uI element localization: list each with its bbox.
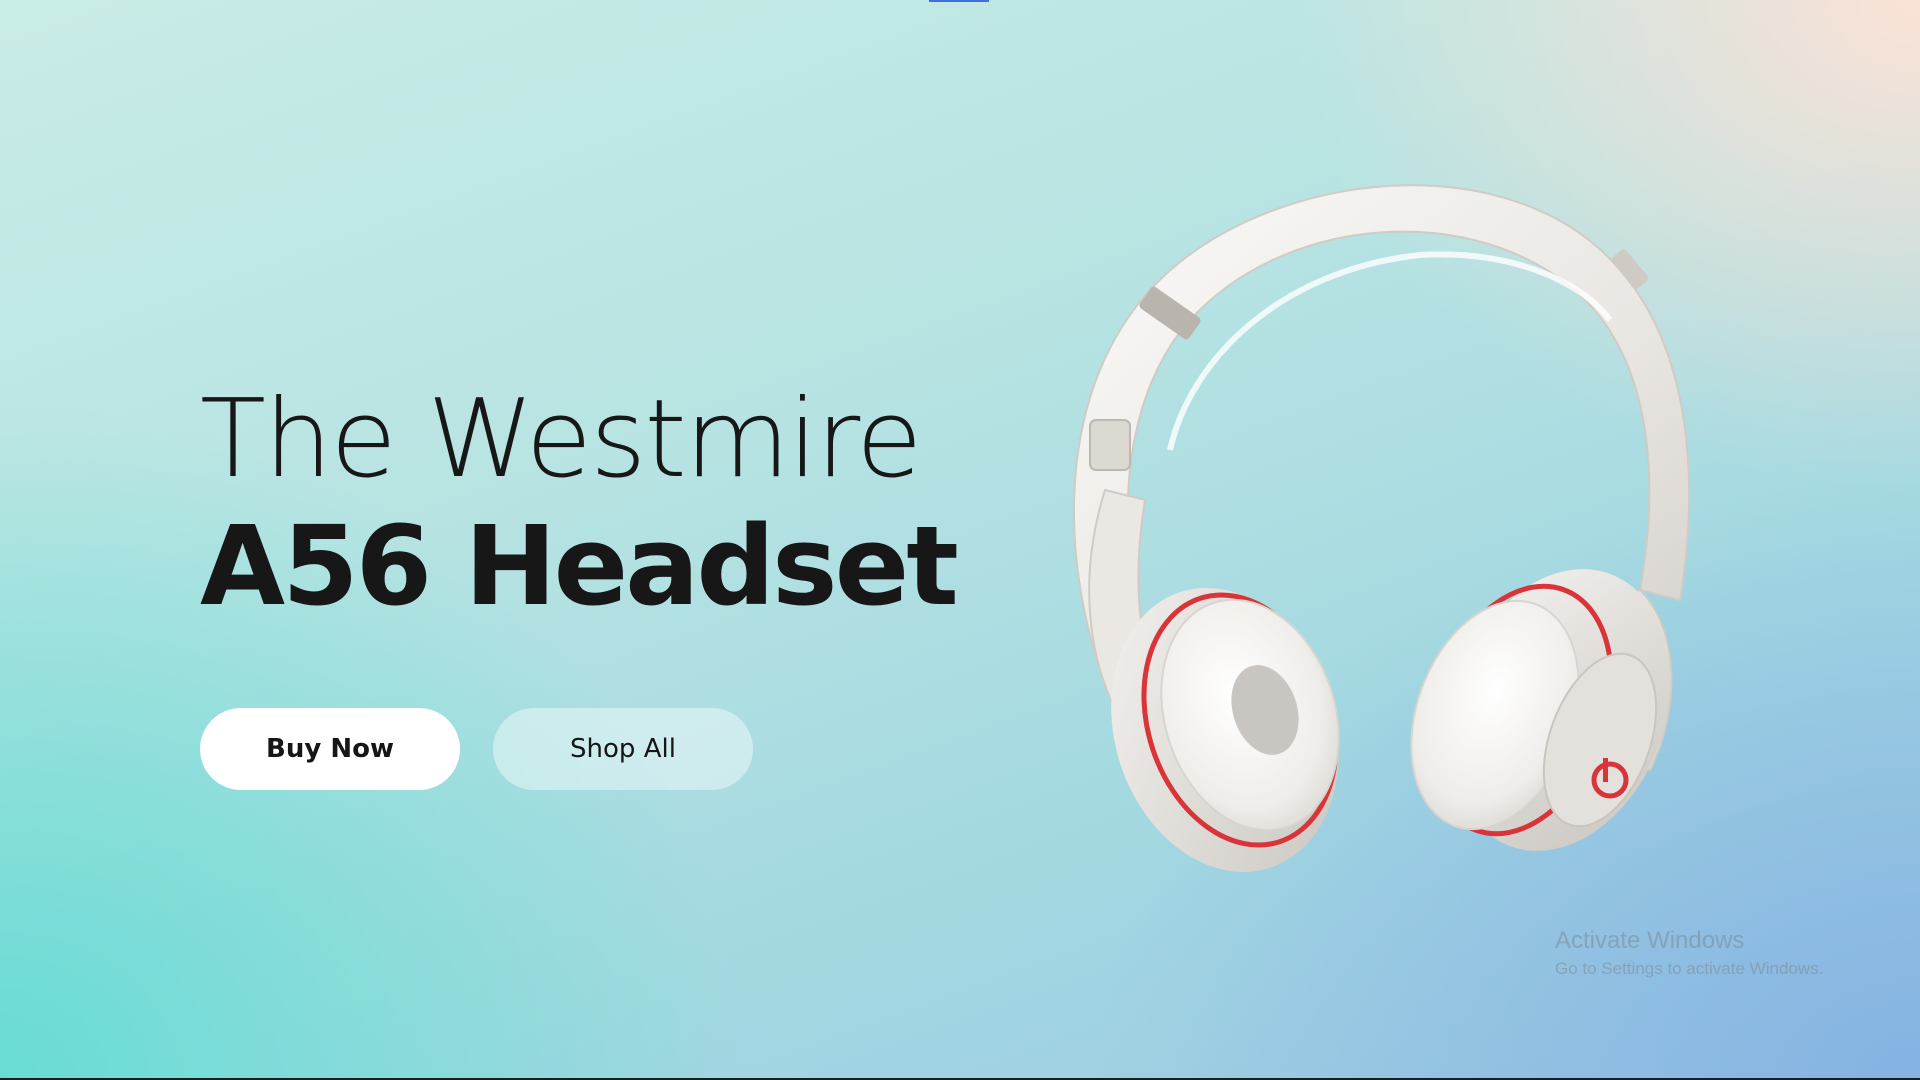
buy-now-button[interactable]: Buy Now bbox=[200, 708, 460, 790]
watermark-subtitle: Go to Settings to activate Windows. bbox=[1555, 959, 1824, 978]
hero-title-line1: The Westmire bbox=[200, 377, 922, 502]
hero-buttons: Buy Now Shop All bbox=[200, 708, 753, 790]
hero-title-line2: A56 Headset bbox=[200, 502, 959, 630]
watermark-title: Activate Windows bbox=[1555, 927, 1745, 954]
active-tab-indicator bbox=[929, 0, 989, 2]
headphones-product-image bbox=[1072, 184, 1691, 873]
activate-windows-watermark: Activate Windows Go to Settings to activ… bbox=[1555, 926, 1823, 982]
hero-heading: The Westmire A56 Headset bbox=[200, 377, 1000, 631]
fold-hinge bbox=[1089, 419, 1131, 471]
shop-all-button[interactable]: Shop All bbox=[493, 708, 753, 790]
